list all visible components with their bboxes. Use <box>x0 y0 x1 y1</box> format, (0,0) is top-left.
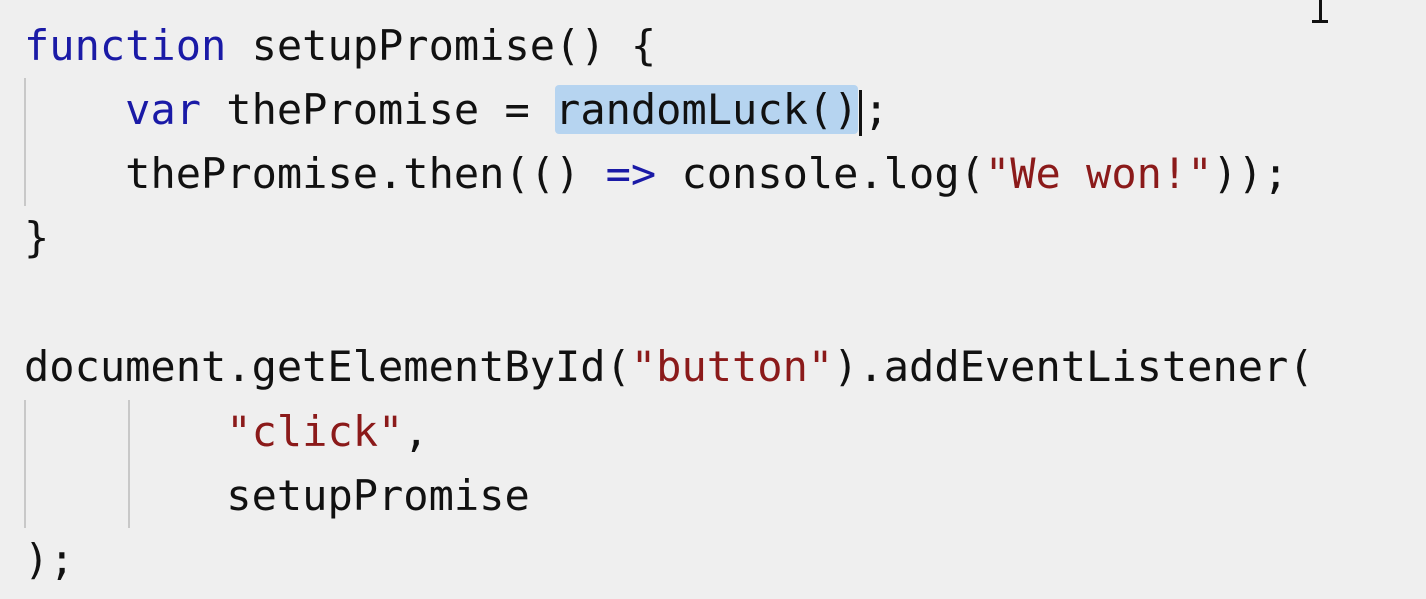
code-line-9[interactable]: ); <box>24 528 75 592</box>
text-selection[interactable]: randomLuck() <box>555 85 859 134</box>
code-line-4[interactable]: } <box>24 206 49 270</box>
keyword: var <box>125 85 202 134</box>
code-text: ; <box>863 85 889 134</box>
code-line-8[interactable]: setupPromise <box>24 464 530 528</box>
code-text: thePromise = <box>201 85 556 134</box>
i-beam-cursor-icon <box>1312 0 1328 26</box>
code-text: setupPromise <box>226 471 530 520</box>
code-editor[interactable]: function setupPromise() { var thePromise… <box>0 0 1426 599</box>
string-literal: "We won!" <box>984 149 1213 198</box>
code-text: , <box>403 407 429 456</box>
code-line-7[interactable]: "click", <box>24 400 429 464</box>
code-text: console.log( <box>656 149 985 198</box>
string-literal: "button" <box>630 342 834 391</box>
code-text: ).addEventListener( <box>833 342 1314 391</box>
code-line-3[interactable]: thePromise.then(() => console.log("We wo… <box>24 142 1288 206</box>
code-line-6[interactable]: document.getElementById("button").addEve… <box>24 335 1314 399</box>
code-line-2[interactable]: var thePromise = randomLuck(); <box>24 78 889 142</box>
code-text: )); <box>1212 149 1289 198</box>
keyword: function <box>24 21 227 70</box>
code-text: thePromise.then(() <box>125 149 606 198</box>
code-text: setupPromise() { <box>226 21 657 70</box>
arrow-operator: => <box>605 149 657 198</box>
code-text: } <box>24 213 50 262</box>
string-literal: "click" <box>226 407 404 456</box>
code-line-1[interactable]: function setupPromise() { <box>24 14 656 78</box>
code-text: document.getElementById( <box>24 342 631 391</box>
code-text: ); <box>24 535 75 584</box>
